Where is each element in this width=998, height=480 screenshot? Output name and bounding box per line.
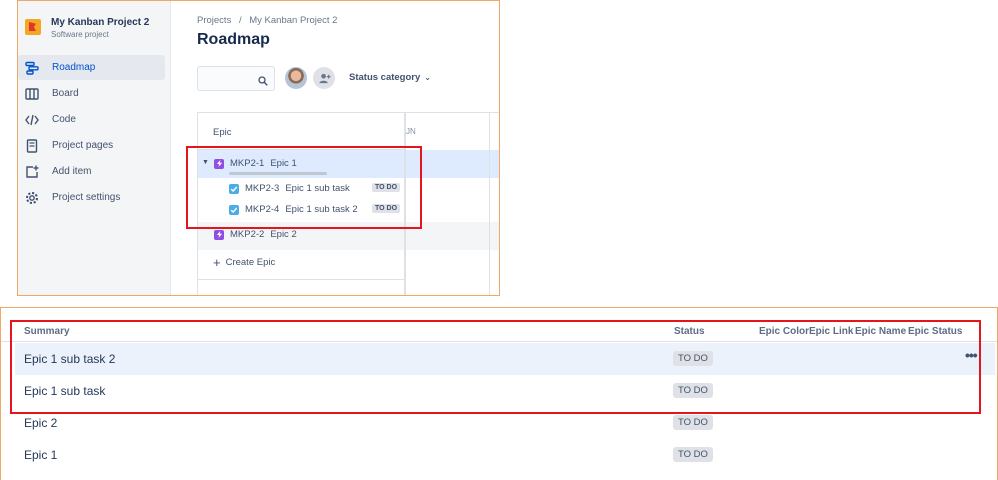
sidebar-nav: Roadmap Board Code Project pages Add ite… <box>18 55 165 211</box>
breadcrumb-projects[interactable]: Projects <box>197 15 231 26</box>
sidebar: My Kanban Project 2 Software project Roa… <box>18 1 171 295</box>
sidebar-item-label: Project settings <box>52 192 121 203</box>
timeline-header: JN <box>406 127 416 136</box>
row-summary[interactable]: Epic 1 <box>24 448 57 462</box>
timeline-divider <box>489 113 490 295</box>
sidebar-item-board[interactable]: Board <box>18 81 165 106</box>
epic-column-header: Epic <box>198 113 404 150</box>
search-box <box>197 66 275 91</box>
avatar[interactable] <box>285 67 307 89</box>
sidebar-item-label: Add item <box>52 166 92 177</box>
table-row[interactable]: Epic 1 TO DO <box>15 439 995 471</box>
create-epic-label: Create Epic <box>225 257 276 268</box>
sidebar-item-label: Roadmap <box>52 62 96 73</box>
issue-name: Epic 2 <box>270 229 297 240</box>
breadcrumb-separator: / <box>238 15 242 26</box>
breadcrumb-project[interactable]: My Kanban Project 2 <box>249 15 337 26</box>
roadmap-icon <box>25 61 39 75</box>
create-epic-button[interactable]: + Create Epic <box>213 254 276 270</box>
sidebar-item-code[interactable]: Code <box>18 107 165 132</box>
page-icon <box>25 138 39 153</box>
epic-icon <box>214 229 224 240</box>
sidebar-item-project-settings[interactable]: Project settings <box>18 185 165 210</box>
breadcrumb: Projects / My Kanban Project 2 <box>197 15 342 26</box>
add-people-button[interactable] <box>313 67 335 89</box>
highlight-box-list <box>10 320 981 414</box>
status-badge[interactable]: TO DO <box>673 447 713 462</box>
search-input[interactable] <box>202 67 260 89</box>
chevron-down-icon: ⌄ <box>424 73 431 82</box>
issue-list-panel: Summary Status Epic Color Epic Link Epic… <box>0 307 998 480</box>
highlight-box-roadmap <box>186 146 422 229</box>
status-badge[interactable]: TO DO <box>673 415 713 430</box>
search-icon[interactable] <box>258 73 268 86</box>
sidebar-item-label: Project pages <box>52 140 114 151</box>
issue-key: MKP2-2 <box>230 229 265 240</box>
project-name: My Kanban Project 2 <box>51 17 150 28</box>
project-logo-icon <box>25 19 41 35</box>
status-category-label: Status category <box>349 72 421 83</box>
sidebar-item-add-item[interactable]: Add item <box>18 159 165 184</box>
plus-icon: + <box>213 254 221 270</box>
epic-row[interactable]: MKP2-2 Epic 2 <box>214 229 297 240</box>
add-item-icon <box>25 165 39 179</box>
sidebar-item-roadmap[interactable]: Roadmap <box>18 55 165 80</box>
gear-icon <box>25 191 39 205</box>
code-icon <box>25 113 39 127</box>
status-category-dropdown[interactable]: Status category ⌄ <box>349 72 431 83</box>
sidebar-item-label: Code <box>52 114 76 125</box>
add-person-icon <box>318 73 331 83</box>
sidebar-item-label: Board <box>52 88 79 99</box>
grid-divider <box>198 279 406 280</box>
sidebar-item-project-pages[interactable]: Project pages <box>18 133 165 158</box>
project-type: Software project <box>51 30 109 39</box>
project-header[interactable]: My Kanban Project 2 Software project <box>25 16 149 40</box>
row-summary[interactable]: Epic 2 <box>24 416 57 430</box>
page-title: Roadmap <box>197 31 270 48</box>
board-icon <box>25 87 39 101</box>
